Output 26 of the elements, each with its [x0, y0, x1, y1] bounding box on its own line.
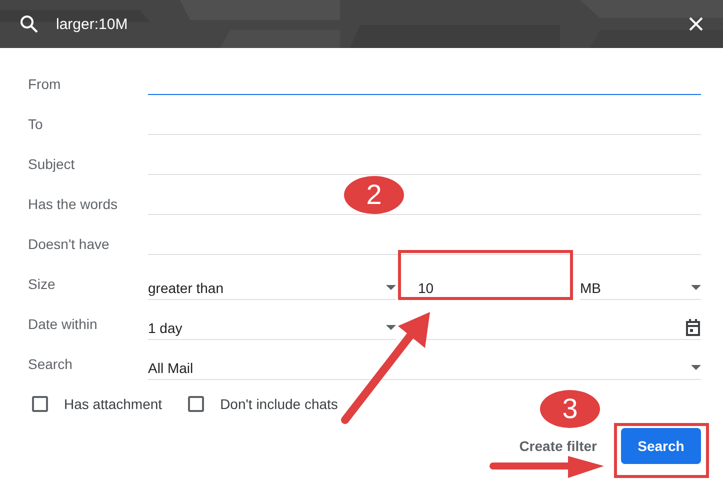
- dropdown-caret-icon: [691, 365, 701, 370]
- checkbox[interactable]: [188, 396, 204, 412]
- search-button[interactable]: Search: [621, 428, 701, 464]
- dropdown-caret-icon: [691, 285, 701, 290]
- field-label: From: [28, 76, 62, 92]
- checkbox-label: Has attachment: [64, 396, 162, 412]
- create-filter-button[interactable]: Create filter: [519, 438, 597, 454]
- search-icon[interactable]: [20, 15, 38, 33]
- field-label: Subject: [28, 156, 76, 172]
- date-range-dropdown[interactable]: 1 day: [148, 316, 396, 340]
- close-icon[interactable]: [689, 17, 703, 31]
- field-label: To: [28, 116, 44, 132]
- unit-dropdown[interactable]: MB: [580, 276, 701, 300]
- operator-dropdown[interactable]: greater than: [148, 276, 396, 300]
- mailbox-dropdown[interactable]: All Mail: [148, 356, 701, 380]
- field-label: Search: [28, 356, 74, 372]
- field-label: Date within: [28, 316, 98, 332]
- dropdown-caret-icon: [386, 285, 396, 290]
- field-label: Size: [28, 276, 56, 292]
- checkbox[interactable]: [32, 396, 48, 412]
- dropdown-caret-icon: [386, 325, 396, 330]
- calendar-icon[interactable]: [685, 319, 701, 336]
- field-label: Has the words: [28, 196, 118, 212]
- size-input[interactable]: 10: [410, 276, 568, 300]
- field-label: Doesn't have: [28, 236, 110, 252]
- checkbox-label: Don't include chats: [220, 396, 338, 412]
